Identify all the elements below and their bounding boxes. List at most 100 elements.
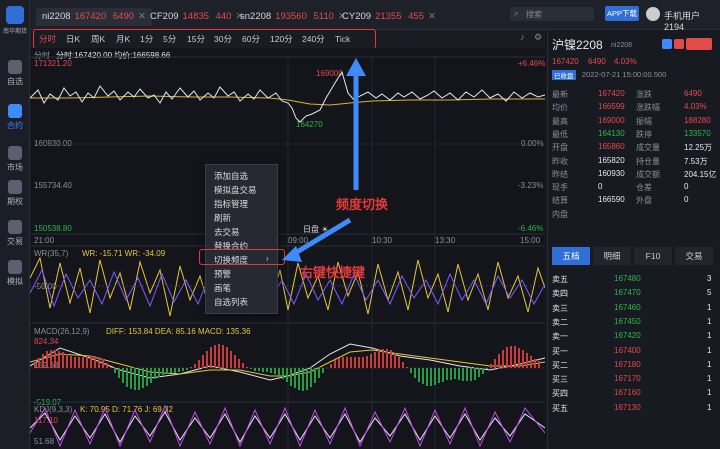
macd-bar — [38, 357, 40, 368]
book-row[interactable]: 卖四 167470 5 — [552, 288, 717, 300]
stat-value: 12.25万 — [684, 143, 713, 153]
macd-bar — [286, 368, 288, 383]
sidebar-item-trade[interactable]: 交易 — [0, 220, 30, 247]
menu-refresh[interactable]: 刷新 — [214, 212, 231, 224]
menu-sim-trade[interactable]: 模拟盘交易 — [214, 184, 257, 196]
settings-icon[interactable]: ⚙ — [534, 32, 542, 43]
book-row[interactable]: 买四 167160 1 — [552, 388, 717, 400]
book-row[interactable]: 买二 167180 1 — [552, 360, 717, 372]
macd-bar — [510, 345, 512, 368]
user-name[interactable]: 手机用户2194 — [664, 9, 720, 32]
book-row[interactable]: 卖五 167480 3 — [552, 274, 717, 286]
sidebar-label: 市场 — [7, 163, 23, 172]
sidebar-item-simulate[interactable]: 模拟 — [0, 260, 30, 287]
book-volume: 1 — [707, 359, 712, 369]
macd-bar — [498, 353, 500, 368]
bell-icon[interactable]: ♪ — [520, 32, 525, 42]
tab-ni2208[interactable]: ni2208 167420 6490 ✕ — [36, 8, 152, 26]
macd-bar — [190, 367, 192, 368]
macd-bar — [170, 368, 172, 373]
macd-bar — [62, 352, 64, 368]
menu-add-watchlist[interactable]: 添加自选 — [214, 170, 248, 182]
macd-bar — [250, 368, 252, 370]
book-volume: 1 — [707, 331, 712, 341]
macd-bar — [146, 368, 148, 386]
macd-bar — [86, 356, 88, 368]
tab-price: 21355 — [375, 11, 402, 22]
close-icon[interactable]: ✕ — [428, 11, 436, 22]
macd-bar — [454, 368, 456, 380]
macd-bar — [194, 363, 196, 368]
macd-bar — [398, 356, 400, 368]
macd-bar — [122, 368, 124, 383]
macd-bar — [222, 344, 224, 368]
book-volume: 1 — [707, 388, 712, 398]
tab-trade[interactable]: 交易 — [675, 247, 713, 265]
tab-depth[interactable]: 五档 — [552, 247, 590, 265]
macd-bar — [482, 368, 484, 374]
search-input[interactable]: ⌕ 搜索 — [510, 7, 594, 21]
macd-bar — [330, 363, 332, 368]
badge-icon — [674, 39, 684, 49]
tab-price: 167420 — [74, 11, 107, 22]
sidebar-item-contract[interactable]: 合约 — [0, 104, 30, 131]
sidebar-item-watchlist[interactable]: 自选 — [0, 60, 30, 87]
book-row[interactable]: 卖一 167420 1 — [552, 331, 717, 343]
quote-pct: 4.03% — [614, 57, 637, 66]
macd-bar — [434, 368, 436, 385]
sidebar-label: 自选 — [7, 77, 23, 86]
book-price: 167420 — [614, 331, 641, 341]
tab-detail[interactable]: 明细 — [593, 247, 631, 265]
macd-bar — [290, 368, 292, 386]
macd-bar — [502, 349, 504, 368]
book-volume: 1 — [707, 345, 712, 355]
sidebar-item-options[interactable]: 期权 — [0, 180, 30, 207]
stat-label: 最新 — [552, 90, 568, 99]
macd-bar — [494, 358, 496, 368]
menu-go-trade[interactable]: 去交易 — [214, 226, 240, 238]
book-volume: 5 — [707, 288, 712, 298]
book-row[interactable]: 卖三 167460 1 — [552, 303, 717, 315]
chart-svg — [30, 56, 545, 449]
macd-bar — [518, 347, 520, 368]
tab-cy209[interactable]: CY209 21355 455 ✕ — [336, 8, 442, 26]
macd-bar — [130, 368, 132, 390]
sidebar-label: 交易 — [7, 237, 23, 246]
menu-indicator-mgmt[interactable]: 指标管理 — [214, 198, 248, 210]
macd-bar — [418, 368, 420, 382]
tab-f10[interactable]: F10 — [634, 247, 672, 265]
chart-area[interactable]: 分时 分时:167420.00 均价:166598.66 171321.20 1… — [30, 48, 545, 449]
tab-price: 193560 — [275, 11, 307, 22]
macd-bar — [154, 368, 156, 380]
menu-watchlist[interactable]: 自选列表 — [214, 296, 248, 308]
simulate-icon — [8, 260, 22, 274]
macd-bar — [314, 368, 316, 384]
macd-bar — [366, 355, 368, 368]
options-icon — [8, 180, 22, 194]
macd-bar — [126, 368, 128, 387]
tab-sn2208[interactable]: sn2208 193560 5110 ✕ — [234, 8, 352, 26]
stat-label: 现手 — [552, 183, 568, 193]
sidebar-item-market[interactable]: 市场 — [0, 146, 30, 173]
book-volume: 1 — [707, 302, 712, 312]
menu-alert[interactable]: 预警 — [214, 268, 231, 280]
book-volume: 1 — [707, 374, 712, 384]
quote-row: 昨收 165820 持仓量 7.53万 — [552, 156, 717, 168]
sidebar-label: 期权 — [7, 197, 23, 206]
macd-bar — [442, 368, 444, 382]
menu-brush[interactable]: 画笔 — [214, 282, 231, 294]
stat-label: 涨跌 — [636, 90, 652, 99]
add-watchlist-button[interactable] — [686, 38, 712, 50]
stat-label: 开盘 — [552, 143, 568, 153]
quote-row: 最低 164130 跌停 133570 — [552, 129, 717, 141]
book-row[interactable]: 买三 167170 1 — [552, 374, 717, 386]
quote-row: 现手 0 仓差 0 — [552, 182, 717, 194]
tab-change: 6490 — [112, 11, 135, 22]
app-download-button[interactable]: APP下载 — [605, 6, 639, 21]
book-row[interactable]: 买一 167400 1 — [552, 346, 717, 358]
book-row[interactable]: 卖二 167450 1 — [552, 317, 717, 329]
book-row[interactable]: 买五 167130 1 — [552, 403, 717, 415]
macd-bar — [242, 363, 244, 368]
avatar[interactable] — [646, 7, 660, 21]
stat-label: 仓差 — [636, 183, 652, 193]
